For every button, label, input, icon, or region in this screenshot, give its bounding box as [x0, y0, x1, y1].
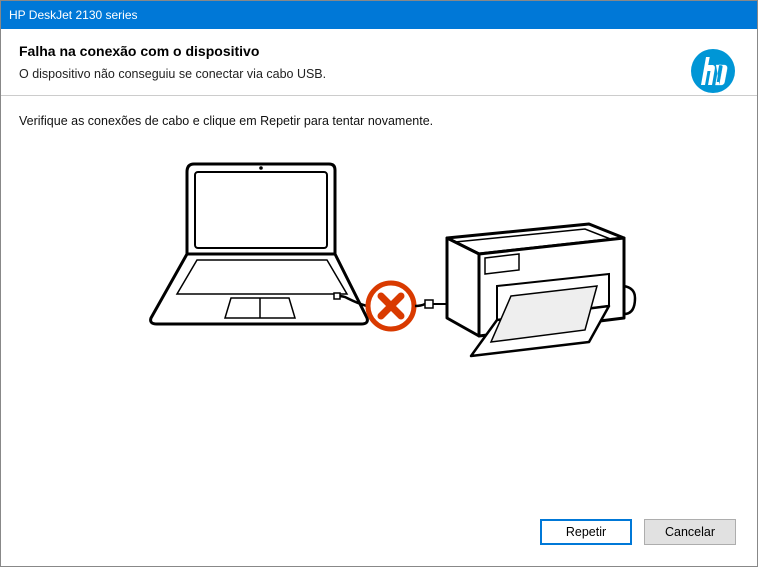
- connection-illustration: [19, 146, 739, 366]
- error-icon: [368, 283, 414, 329]
- error-subheading: O dispositivo não conseguiu se conectar …: [19, 67, 739, 81]
- cancel-button[interactable]: Cancelar: [644, 519, 736, 545]
- error-heading: Falha na conexão com o dispositivo: [19, 43, 739, 59]
- dialog-content: Verifique as conexões de cabo e clique e…: [1, 96, 757, 366]
- laptop-icon: [151, 164, 368, 324]
- printer-icon: [425, 224, 635, 356]
- dialog-footer: Repetir Cancelar: [540, 519, 736, 545]
- window-title: HP DeskJet 2130 series: [9, 8, 138, 22]
- hp-logo-icon: [689, 47, 737, 100]
- dialog-header: Falha na conexão com o dispositivo O dis…: [1, 29, 757, 96]
- retry-button[interactable]: Repetir: [540, 519, 632, 545]
- instruction-text: Verifique as conexões de cabo e clique e…: [19, 114, 739, 128]
- window-titlebar: HP DeskJet 2130 series: [1, 1, 757, 29]
